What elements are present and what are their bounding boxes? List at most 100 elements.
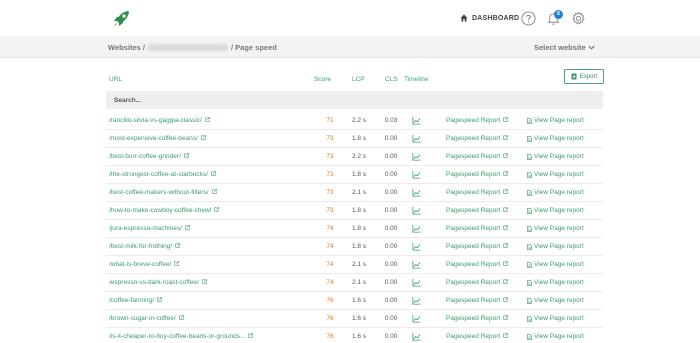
select-website-dropdown[interactable]: Select website [534,43,595,52]
score-value: 73 [326,207,334,214]
page-url-link[interactable]: /best-burr-coffee-grinder/ [109,153,189,160]
page-url-link[interactable]: /best-milk-for-frothing/ [109,243,181,250]
lcp-value: 1.8 s [351,171,367,178]
page-url-link[interactable]: /brown-sugar-in-coffee/ [109,315,184,322]
pagespeed-report-link[interactable]: Pagespeed Report [446,315,509,322]
cls-value: 0.00 [384,315,398,322]
view-page-report-link[interactable]: View Page report [527,243,584,250]
export-button[interactable]: Export [564,69,604,84]
pagespeed-report-link[interactable]: Pagespeed Report [446,225,509,232]
cls-value: 0.00 [384,135,398,142]
page-url-link[interactable]: /espresso-vs-dark-roast-coffee/ [109,279,207,286]
pagespeed-report-label: Pagespeed Report [446,279,501,286]
timeline-chart-icon[interactable] [412,296,421,305]
breadcrumb-site-redacted[interactable] [147,44,228,51]
column-header-url[interactable]: URL [109,76,122,83]
pagespeed-report-link[interactable]: Pagespeed Report [446,153,509,160]
document-icon [527,207,532,214]
pagespeed-report-link[interactable]: Pagespeed Report [446,297,509,304]
table-row: /how-to-make-cowboy-coffee-chew/73 1.8 s 0… [106,202,603,220]
view-page-report-link[interactable]: View Page report [527,225,584,232]
view-page-report-link[interactable]: View Page report [527,117,584,124]
chevron-down-icon [588,45,595,50]
view-page-report-link[interactable]: View Page report [527,135,584,142]
timeline-chart-icon[interactable] [412,332,421,341]
timeline-chart-icon[interactable] [412,242,421,251]
page-url-link[interactable]: /most-expensive-coffee-beans/ [109,135,206,142]
cls-value: 0.00 [384,333,398,340]
page-url-text: /rancilio-silvia-vs-gaggia-classic/ [109,117,202,124]
timeline-chart-icon[interactable] [412,188,421,197]
pagespeed-report-link[interactable]: Pagespeed Report [446,333,509,340]
pagespeed-report-label: Pagespeed Report [446,333,501,340]
page-url-link[interactable]: /how-to-make-cowboy-coffee-chew/ [109,207,220,214]
view-page-report-link[interactable]: View Page report [527,261,584,268]
search-input[interactable] [106,91,603,109]
table-row: /is-it-cheaper-to-buy-coffee-beans-or-gr… [106,328,603,343]
page-url-link[interactable]: /jura-espresso-machines/ [109,225,190,232]
external-link-icon [211,171,216,176]
timeline-chart-icon[interactable] [412,134,421,143]
timeline-chart-icon[interactable] [412,206,421,215]
page-url-link[interactable]: /what-is-breve-coffee/ [109,261,180,268]
page-url-link[interactable]: /is-it-cheaper-to-buy-coffee-beans-or-gr… [109,333,254,340]
lcp-value: 2.2 s [351,153,367,160]
external-link-icon [503,171,509,176]
column-header-timeline[interactable]: Timeline [404,76,428,83]
view-page-report-link[interactable]: View Page report [527,153,584,160]
score-value: 71 [326,117,334,124]
page-url-link[interactable]: /best-coffee-makers-without-filters/ [109,189,217,196]
page-speed-table: /rancilio-silvia-vs-gaggia-classic/71 2.2… [106,112,603,343]
timeline-chart-icon[interactable] [412,116,421,125]
timeline-chart-icon[interactable] [412,314,421,323]
pagespeed-report-link[interactable]: Pagespeed Report [446,117,509,124]
page-url-link[interactable]: /the-strongest-coffee-at-starbucks/ [109,171,216,178]
cls-value: 0.00 [384,279,398,286]
page-url-text: /brown-sugar-in-coffee/ [109,315,176,322]
external-link-icon [503,315,509,320]
page-url-link[interactable]: /coffee-farming/ [109,297,162,304]
document-icon [527,225,532,232]
page-url-link[interactable]: /rancilio-silvia-vs-gaggia-classic/ [109,117,210,124]
external-link-icon [503,261,509,266]
view-page-report-link[interactable]: View Page report [527,315,584,322]
pagespeed-report-link[interactable]: Pagespeed Report [446,243,509,250]
rocket-logo-icon[interactable] [111,9,131,29]
external-link-icon [179,315,184,320]
lcp-value: 1.8 s [351,207,367,214]
view-page-report-link[interactable]: View Page report [527,279,584,286]
lcp-value: 1.6 s [351,297,367,304]
pagespeed-report-link[interactable]: Pagespeed Report [446,279,509,286]
breadcrumb-websites-link[interactable]: Websites / [108,43,145,52]
lcp-value: 2.1 s [351,279,367,286]
document-icon [527,171,532,178]
timeline-chart-icon[interactable] [412,260,421,269]
timeline-chart-icon[interactable] [412,170,421,179]
view-page-report-link[interactable]: View Page report [527,189,584,196]
view-page-report-link[interactable]: View Page report [527,171,584,178]
help-icon[interactable] [521,11,536,26]
column-header-cls[interactable]: CLS [385,76,398,83]
view-page-report-link[interactable]: View Page report [527,207,584,214]
document-icon [527,153,532,160]
pagespeed-report-link[interactable]: Pagespeed Report [446,207,509,214]
pagespeed-report-link[interactable]: Pagespeed Report [446,171,509,178]
view-page-report-link[interactable]: View Page report [527,333,584,340]
pagespeed-report-link[interactable]: Pagespeed Report [446,189,509,196]
external-link-icon [503,135,509,140]
dashboard-link[interactable]: DASHBOARD [460,14,519,22]
timeline-chart-icon[interactable] [412,152,421,161]
column-header-score[interactable]: Score [314,76,331,83]
document-icon [527,243,532,250]
view-page-report-label: View Page report [534,243,584,250]
settings-gear-icon[interactable] [571,11,586,26]
external-link-icon [503,153,509,158]
timeline-chart-icon[interactable] [412,278,421,287]
column-header-lcp[interactable]: LCP [352,76,365,83]
pagespeed-report-link[interactable]: Pagespeed Report [446,261,509,268]
view-page-report-label: View Page report [534,135,584,142]
view-page-report-link[interactable]: View Page report [527,297,584,304]
pagespeed-report-link[interactable]: Pagespeed Report [446,135,509,142]
score-value: 74 [326,225,334,232]
timeline-chart-icon[interactable] [412,224,421,233]
